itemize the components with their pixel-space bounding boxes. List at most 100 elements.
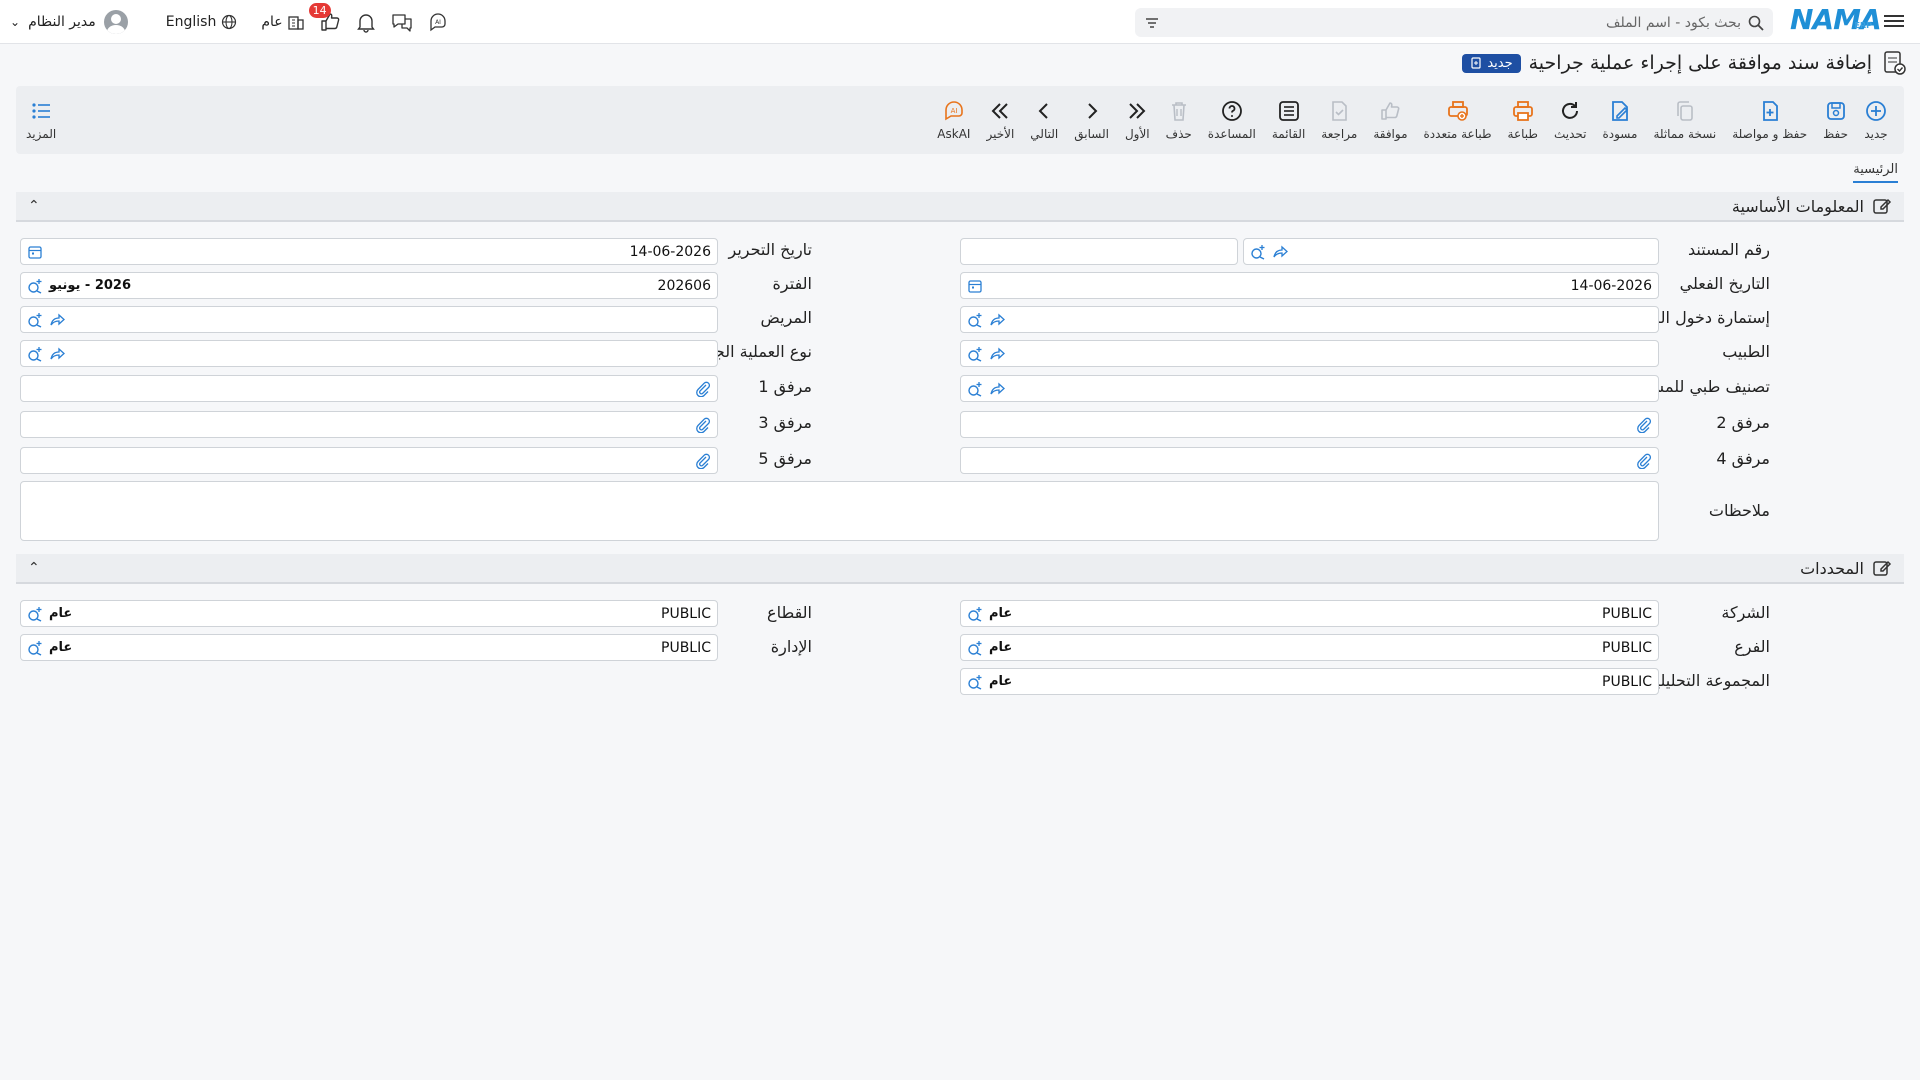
chevron-up-icon[interactable]: ⌃ bbox=[28, 560, 40, 576]
copy-button[interactable]: نسخة مماثلة bbox=[1645, 86, 1724, 154]
save-continue-icon bbox=[1762, 101, 1778, 121]
more-button[interactable]: المزيد bbox=[26, 86, 56, 154]
user-name: مدير النظام bbox=[28, 14, 96, 30]
list-icon bbox=[1278, 101, 1299, 121]
search-box[interactable] bbox=[1135, 8, 1773, 37]
analysis-group-lookup[interactable]: عام PUBLIC bbox=[960, 668, 1659, 695]
search-plus-icon[interactable] bbox=[967, 381, 983, 397]
paperclip-icon[interactable] bbox=[1636, 453, 1652, 469]
tab-main[interactable]: الرئيسية bbox=[1853, 162, 1898, 183]
search-plus-icon[interactable] bbox=[27, 640, 43, 656]
chevron-up-icon[interactable]: ⌃ bbox=[28, 198, 40, 214]
approve-icon bbox=[1381, 102, 1400, 120]
admission-form-lookup[interactable] bbox=[960, 306, 1659, 333]
search-plus-icon[interactable] bbox=[967, 346, 983, 362]
page-title: إضافة سند موافقة على إجراء عملية جراحية bbox=[1528, 52, 1872, 74]
save-button[interactable]: حفظ bbox=[1815, 86, 1856, 154]
messages-button[interactable] bbox=[391, 11, 413, 33]
share-icon[interactable] bbox=[49, 312, 65, 328]
dimension-chip: عام bbox=[989, 674, 1013, 689]
approvals-button[interactable]: 14 bbox=[308, 3, 341, 33]
save-icon bbox=[1826, 102, 1845, 120]
search-plus-icon[interactable] bbox=[27, 606, 43, 622]
calendar-icon[interactable] bbox=[967, 278, 983, 294]
askai-button[interactable]: AI AskAI bbox=[929, 86, 978, 154]
menu-toggle-icon[interactable] bbox=[1884, 12, 1904, 30]
logo-sub: ERP bbox=[1854, 21, 1873, 30]
attachment-1-field[interactable] bbox=[20, 375, 718, 402]
attachment-2-field[interactable] bbox=[960, 411, 1659, 438]
attachment-3-field[interactable] bbox=[20, 411, 718, 438]
user-menu[interactable]: ⌄ مدير النظام bbox=[10, 10, 128, 34]
context-selector[interactable]: عام bbox=[261, 13, 304, 31]
delete-button[interactable]: حذف bbox=[1158, 86, 1200, 154]
draft-button[interactable]: مسودة bbox=[1594, 86, 1645, 154]
section-dims-header[interactable]: المحددات ⌃ bbox=[16, 554, 1904, 584]
search-plus-icon[interactable] bbox=[27, 312, 43, 328]
action-toolbar: جديد حفظ حفظ و مواصلة نسخة مماثلة مسودة تحديث… bbox=[16, 86, 1904, 154]
search-plus-icon[interactable] bbox=[967, 312, 983, 328]
attachment-5-field[interactable] bbox=[20, 447, 718, 474]
next-button[interactable]: التالي bbox=[1022, 86, 1066, 154]
help-button[interactable]: المساعدة bbox=[1200, 86, 1264, 154]
attachment-4-field[interactable] bbox=[960, 447, 1659, 474]
branch-lookup[interactable]: عام PUBLIC bbox=[960, 634, 1659, 661]
share-icon[interactable] bbox=[989, 312, 1005, 328]
notifications-button[interactable] bbox=[355, 11, 377, 33]
filter-icon[interactable] bbox=[1143, 14, 1161, 32]
calendar-icon[interactable] bbox=[27, 244, 43, 260]
first-button[interactable]: الأول bbox=[1117, 86, 1158, 154]
notes-textarea[interactable] bbox=[20, 481, 1659, 541]
search-plus-icon[interactable] bbox=[967, 640, 983, 656]
building-icon bbox=[287, 16, 304, 30]
paperclip-icon[interactable] bbox=[695, 453, 711, 469]
surgery-type-lookup[interactable] bbox=[20, 340, 718, 367]
edit-date-field[interactable]: 14-06-2026 bbox=[20, 238, 718, 265]
chat-icon bbox=[391, 14, 412, 32]
medical-class-lookup[interactable] bbox=[960, 375, 1659, 402]
share-icon[interactable] bbox=[989, 381, 1005, 397]
print-button[interactable]: طباعة bbox=[1500, 86, 1546, 154]
refresh-icon bbox=[1562, 102, 1579, 119]
paperclip-icon[interactable] bbox=[695, 417, 711, 433]
svg-text:AI: AI bbox=[950, 107, 957, 115]
doctor-lookup[interactable] bbox=[960, 340, 1659, 367]
save-continue-button[interactable]: حفظ و مواصلة bbox=[1724, 86, 1815, 154]
ai-assistant-button[interactable]: AI bbox=[427, 11, 449, 33]
search-plus-icon[interactable] bbox=[27, 278, 43, 294]
next-icon bbox=[1038, 103, 1048, 119]
company-lookup[interactable]: عام PUBLIC bbox=[960, 600, 1659, 627]
list-button[interactable]: القائمة bbox=[1264, 86, 1313, 154]
refresh-button[interactable]: تحديث bbox=[1546, 86, 1595, 154]
paperclip-icon[interactable] bbox=[1636, 417, 1652, 433]
department-lookup[interactable]: عام PUBLIC bbox=[20, 634, 718, 661]
share-icon[interactable] bbox=[1272, 244, 1288, 260]
section-basic-header[interactable]: المعلومات الأساسية ⌃ bbox=[16, 192, 1904, 222]
logo[interactable]: NAMA ERP bbox=[1790, 5, 1882, 39]
page-header: إضافة سند موافقة على إجراء عملية جراحية … bbox=[1462, 48, 1908, 78]
sector-lookup[interactable]: عام PUBLIC bbox=[20, 600, 718, 627]
last-button[interactable]: الأخير bbox=[978, 86, 1022, 154]
doc-number-lookup[interactable] bbox=[1243, 238, 1659, 265]
review-button[interactable]: مراجعة bbox=[1313, 86, 1365, 154]
patient-lookup[interactable] bbox=[20, 306, 718, 333]
search-plus-icon[interactable] bbox=[27, 346, 43, 362]
share-icon[interactable] bbox=[989, 346, 1005, 362]
language-switch[interactable]: English bbox=[166, 14, 238, 30]
plus-circle-button[interactable]: جديد bbox=[1856, 86, 1896, 154]
search-plus-icon[interactable] bbox=[967, 674, 983, 690]
paperclip-icon[interactable] bbox=[695, 381, 711, 397]
multi-print-button[interactable]: طباعة متعددة bbox=[1416, 86, 1500, 154]
approve-button[interactable]: موافقة bbox=[1365, 86, 1415, 154]
chevron-down-icon: ⌄ bbox=[10, 15, 21, 29]
period-lookup[interactable]: 2026 - يونيو 202606 bbox=[20, 272, 718, 299]
previous-button[interactable]: السابق bbox=[1066, 86, 1117, 154]
actual-date-field[interactable]: 14-06-2026 bbox=[960, 272, 1659, 299]
svg-text:AI: AI bbox=[435, 19, 441, 26]
share-icon[interactable] bbox=[49, 346, 65, 362]
toolbar-label: نسخة مماثلة bbox=[1653, 127, 1717, 141]
search-plus-icon[interactable] bbox=[1250, 244, 1266, 260]
search-input[interactable] bbox=[1167, 14, 1741, 31]
search-plus-icon[interactable] bbox=[967, 606, 983, 622]
doc-number-input[interactable] bbox=[960, 238, 1238, 265]
